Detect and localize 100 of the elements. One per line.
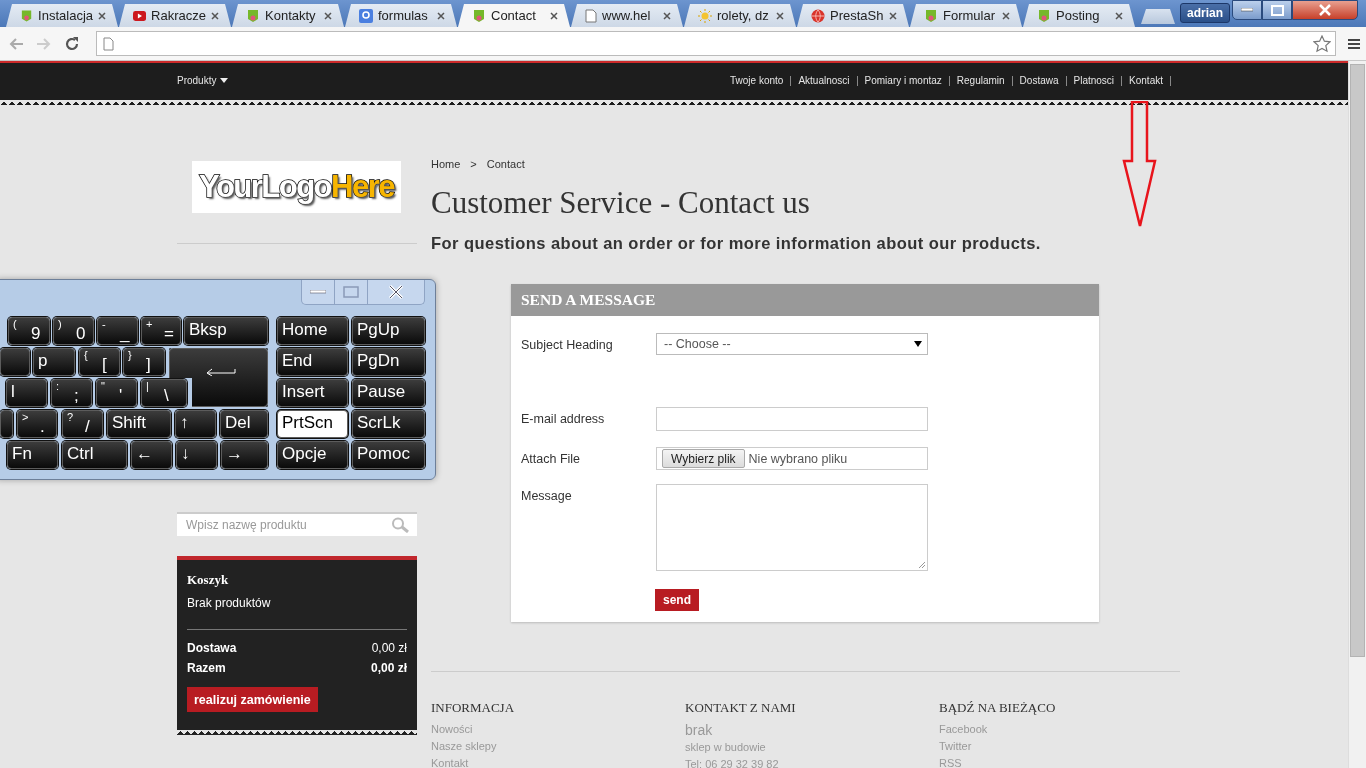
close-icon[interactable] [663, 11, 671, 20]
send-button[interactable]: send [655, 589, 699, 611]
keyboard-key[interactable] [0, 410, 13, 438]
keyboard-key[interactable]: ↑ [175, 410, 216, 438]
leaf-icon [20, 8, 34, 23]
keyboard-key[interactable]: } ] [123, 348, 165, 376]
keyboard-key[interactable]: ) 0 [53, 317, 94, 345]
cart-amount: 0,00 zł [370, 660, 407, 677]
keyboard-key[interactable]: PgDn [352, 348, 425, 376]
keyboard-key[interactable]: Pomoc [352, 441, 425, 469]
cart-label: Razem [187, 660, 226, 677]
close-icon[interactable] [776, 11, 784, 20]
caret-icon[interactable] [220, 78, 229, 83]
user-badge[interactable]: adrian [1180, 3, 1230, 23]
keyboard-key[interactable]: → [221, 441, 268, 469]
scrollbar-thumb[interactable] [1350, 64, 1365, 657]
breadcrumb-separator: > [470, 158, 477, 170]
menu-link[interactable]: Produkty [177, 75, 217, 86]
menu-icon[interactable] [1348, 37, 1360, 50]
close-button[interactable] [1292, 0, 1358, 20]
minimize-button[interactable] [1232, 0, 1262, 20]
resize-handle-icon[interactable] [918, 561, 926, 569]
keyboard-key[interactable]: + = [141, 317, 181, 345]
browser-tab[interactable]: Rakracze [119, 4, 231, 27]
page-subtitle: For questions about an order or for more information about our products. [431, 234, 1042, 252]
keyboard-key[interactable]: > . [17, 410, 57, 438]
keyboard-key[interactable]: : ; [51, 379, 92, 407]
keyboard-key[interactable]: ( 9 [8, 317, 50, 345]
browser-tab[interactable]: Contact [458, 4, 570, 27]
close-icon[interactable] [1002, 11, 1010, 20]
subject-dropdown[interactable]: -- Choose -- [656, 333, 928, 355]
close-icon[interactable] [324, 11, 332, 20]
file-field[interactable]: Wybierz plik Nie wybrano pliku [656, 447, 928, 470]
nav-link[interactable]: Regulamin [956, 75, 1005, 86]
keyboard-key[interactable] [0, 348, 30, 376]
keyboard-key[interactable]: | \ [141, 379, 187, 407]
keyboard-key[interactable]: Bksp [184, 317, 268, 345]
new-tab-button[interactable] [1141, 9, 1175, 24]
keyboard-key[interactable]: l [6, 379, 47, 407]
breadcrumb-link[interactable]: Contact [486, 158, 525, 170]
keyboard-key[interactable]: " ' [96, 379, 137, 407]
nav-link[interactable]: Platnosci [1073, 75, 1115, 86]
breadcrumb-link[interactable]: Home [431, 158, 461, 170]
leaf-icon [1037, 8, 1051, 23]
keyboard-key[interactable]: Home [277, 317, 348, 345]
message-field[interactable] [656, 484, 928, 571]
keyboard-key[interactable]: Del [220, 410, 268, 438]
input-field[interactable] [656, 407, 928, 431]
enter-key[interactable] [169, 348, 268, 407]
keyboard-key[interactable]: p [33, 348, 75, 376]
choose-file-button[interactable]: Wybierz plik [662, 449, 745, 468]
close-icon[interactable] [550, 11, 558, 20]
browser-tab[interactable]: rolety, dz [684, 4, 796, 27]
scrollbar[interactable] [1348, 61, 1366, 768]
maximize-button[interactable] [1262, 0, 1292, 20]
enter-arrow-icon [205, 368, 236, 376]
browser-tab[interactable]: formulas [345, 4, 457, 27]
keyboard-key[interactable]: Ctrl [62, 441, 127, 469]
close-icon[interactable] [1115, 11, 1123, 20]
keyboard-key[interactable]: ↓ [176, 441, 217, 469]
browser-tab[interactable]: Formular [910, 4, 1022, 27]
close-icon[interactable] [889, 11, 897, 20]
nav-link[interactable]: Dostawa [1019, 75, 1059, 86]
keyboard-key[interactable]: ← [131, 441, 172, 469]
nav-link[interactable]: Twoje konto [730, 75, 784, 86]
close-icon[interactable] [211, 11, 219, 20]
reload-icon[interactable] [64, 35, 80, 52]
close-icon[interactable] [98, 11, 106, 20]
star-icon[interactable] [1313, 34, 1331, 53]
keyboard-key[interactable]: Fn [7, 441, 58, 469]
minimize-icon[interactable] [1241, 8, 1253, 12]
browser-tab[interactable]: Instalacja [6, 4, 118, 27]
keyboard-key[interactable]: Insert [277, 379, 348, 407]
sun-icon [698, 8, 712, 23]
keyboard-key[interactable]: Shift [107, 410, 171, 438]
contact-name: brak [685, 721, 714, 739]
browser-tab[interactable]: Kontakty [232, 4, 344, 27]
nav-link[interactable]: Kontakt [1129, 75, 1163, 86]
keyboard-key[interactable]: { [ [79, 348, 120, 376]
browser-tab[interactable]: Posting [1023, 4, 1135, 27]
address-field[interactable] [96, 31, 1336, 56]
nav-link[interactable]: Aktualnosci [798, 75, 850, 86]
logo[interactable]: YourLogoHere [192, 161, 401, 213]
keyboard-key[interactable]: Opcje [277, 441, 348, 469]
browser-tab[interactable]: www.hel [571, 4, 683, 27]
keyboard-key[interactable]: Pause [352, 379, 425, 407]
caret-icon[interactable] [914, 341, 922, 347]
keyboard-key[interactable]: PgUp [352, 317, 425, 345]
close-icon[interactable] [388, 285, 404, 299]
keyboard-key[interactable]: PrtScn [277, 410, 348, 438]
cart-title: Koszyk [187, 572, 230, 588]
nav-link[interactable]: Pomiary i montaz [864, 75, 942, 86]
keyboard-key[interactable]: ScrLk [352, 410, 425, 438]
search-field[interactable]: Wpisz nazwę produktu [177, 512, 417, 536]
keyboard-key[interactable]: ? / [62, 410, 103, 438]
keyboard-key[interactable]: - _ [97, 317, 138, 345]
checkout-button[interactable]: realizuj zamówienie [187, 687, 318, 712]
close-icon[interactable] [437, 11, 445, 20]
browser-tab[interactable]: PrestaSh [797, 4, 909, 27]
keyboard-key[interactable]: End [277, 348, 348, 376]
